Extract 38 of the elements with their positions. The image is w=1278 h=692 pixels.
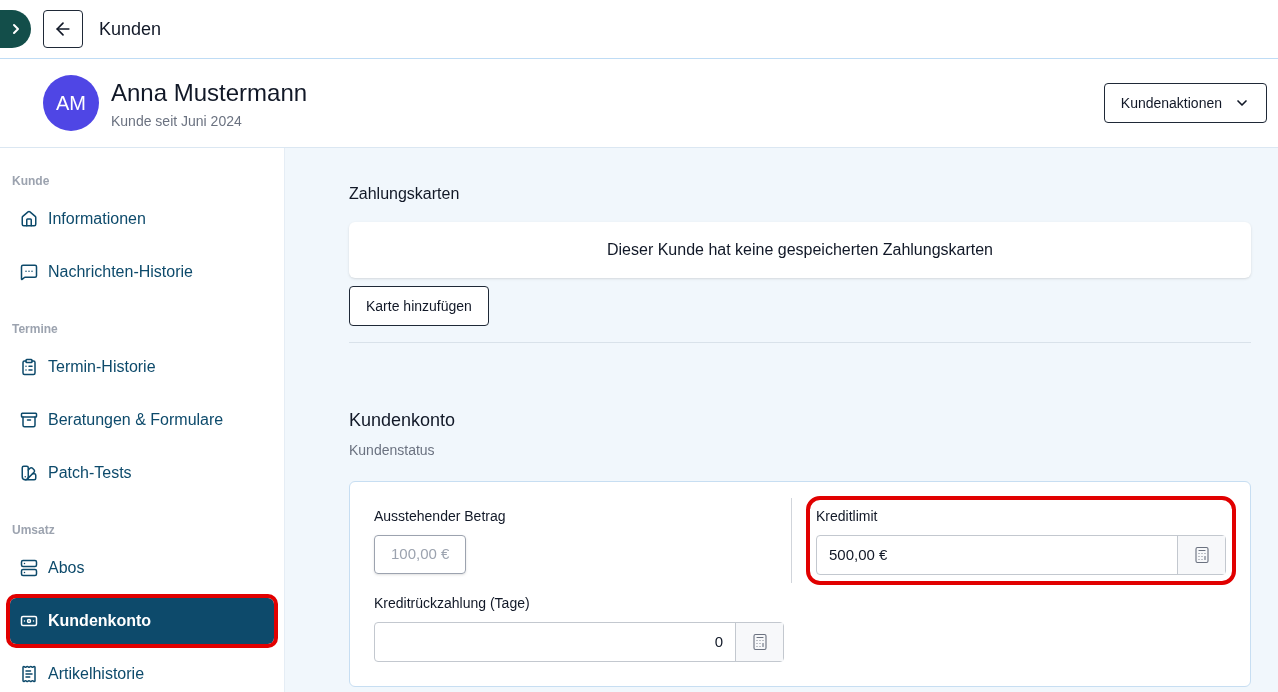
avatar: AM — [43, 75, 99, 131]
customer-since: Kunde seit Juni 2024 — [111, 111, 243, 131]
section-subtitle: Kundenstatus — [349, 441, 436, 460]
add-card-button[interactable]: Karte hinzufügen — [349, 286, 489, 326]
calculator-icon — [750, 633, 769, 651]
field-label: Kreditlimit — [816, 507, 879, 526]
empty-message: Dieser Kunde hat keine gespeicherten Zahlungskarten — [607, 240, 993, 260]
customer-name: Anna Mustermann — [111, 77, 308, 108]
sidebar-item[interactable]: Artikelhistorie — [10, 651, 274, 692]
field-value: 500,00 € — [828, 544, 889, 565]
tray-icon — [20, 411, 38, 429]
customer-actions-button[interactable]: Kundenaktionen — [1103, 83, 1267, 123]
chat-icon — [20, 263, 38, 281]
back-button[interactable] — [43, 10, 83, 48]
section-heading: Termine — [11, 321, 59, 338]
section-title: Zahlungskarten — [349, 184, 461, 204]
input-field[interactable]: 500,00 € — [816, 535, 1226, 575]
sidebar-item[interactable]: Abos — [10, 545, 274, 591]
section-title: Kundenkonto — [349, 409, 457, 432]
page-title: Kunden — [99, 17, 162, 41]
sidebar-item[interactable]: Beratungen & Formulare — [10, 397, 274, 443]
section-heading: Umsatz — [11, 522, 56, 539]
section-heading: Kunde — [11, 173, 51, 190]
receipt-icon — [20, 665, 38, 683]
expand-button[interactable] — [0, 10, 31, 48]
field-label: Kreditrückzahlung (Tage) — [374, 594, 531, 613]
sidebar-item[interactable]: Patch-Tests — [10, 450, 274, 496]
clipboard-icon — [20, 358, 38, 376]
sidebar-item[interactable]: Informationen — [10, 196, 274, 242]
server-icon — [20, 559, 38, 577]
field-label: Ausstehender Betrag — [374, 507, 507, 526]
sidebar-item[interactable]: Nachrichten-Historie — [10, 249, 274, 295]
input-field[interactable]: 0 — [374, 622, 784, 662]
calculator-icon — [1192, 546, 1211, 564]
sidebar-item[interactable]: Termin-Historie — [10, 344, 274, 390]
home-icon — [20, 210, 38, 228]
field-value: 0 — [713, 631, 724, 652]
swatch-icon — [20, 464, 38, 482]
